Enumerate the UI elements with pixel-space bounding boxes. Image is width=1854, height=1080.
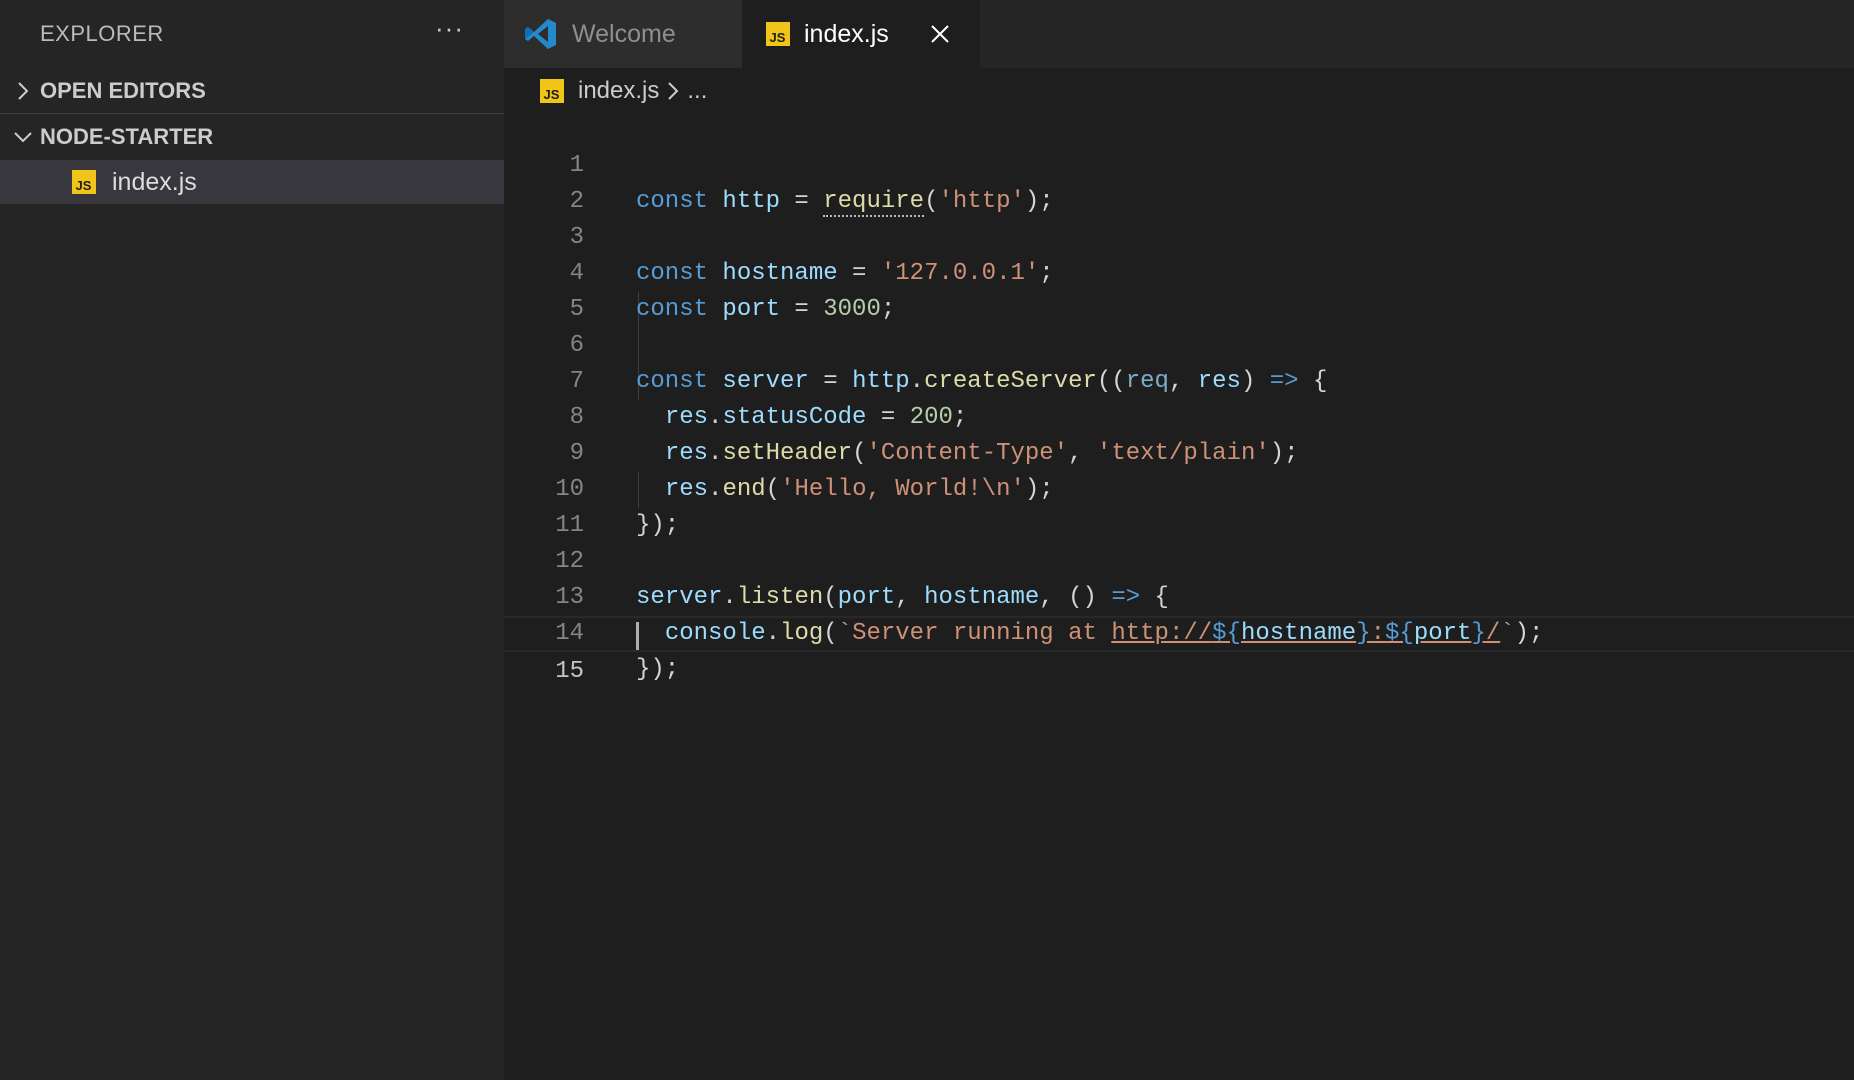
code-line: 6 const server = http.createServer((req,… bbox=[504, 292, 1854, 395]
open-editors-label: OPEN EDITORS bbox=[40, 77, 206, 103]
code-line: 8 res.setHeader('Content-Type', 'text/pl… bbox=[504, 364, 1854, 467]
open-editors-section[interactable]: OPEN EDITORS bbox=[0, 68, 504, 114]
close-icon[interactable] bbox=[929, 23, 951, 45]
tab-index-label: index.js bbox=[804, 19, 889, 48]
breadcrumb-ellipsis[interactable]: ... bbox=[687, 77, 707, 105]
line-number: 15 bbox=[555, 658, 584, 685]
breadcrumb-file[interactable]: index.js bbox=[578, 77, 659, 105]
code-line: 7 res.statusCode = 200; bbox=[504, 328, 1854, 431]
js-file-icon: JS bbox=[540, 79, 564, 103]
code-line: 12 server.listen(port, hostname, () => { bbox=[504, 508, 1854, 611]
chevron-right-icon bbox=[667, 81, 679, 101]
explorer-sidebar: EXPLORER ··· OPEN EDITORS NODE-STARTER J… bbox=[0, 0, 504, 1080]
tab-welcome[interactable]: Welcome bbox=[504, 0, 742, 68]
code-line: 3 const hostname = '127.0.0.1'; bbox=[504, 184, 1854, 287]
code-line: 2 bbox=[504, 148, 1854, 215]
node-starter-section[interactable]: NODE-STARTER bbox=[0, 114, 504, 160]
code-line-active: 15 bbox=[504, 616, 1854, 685]
vscode-logo-icon bbox=[524, 17, 558, 51]
code-line: 14 }); bbox=[504, 580, 1854, 683]
js-file-icon: JS bbox=[766, 22, 790, 46]
code-line: 10 }); bbox=[504, 436, 1854, 539]
sidebar-header: EXPLORER ··· bbox=[0, 0, 504, 68]
node-starter-label: NODE-STARTER bbox=[40, 124, 214, 149]
code-line: 9 res.end('Hello, World!\n'); bbox=[504, 400, 1854, 503]
code-line: 13 console.log(`Server running at http:/… bbox=[504, 544, 1854, 647]
code-line: 1 const http = require('http'); bbox=[504, 112, 1854, 217]
explorer-title: EXPLORER bbox=[40, 21, 164, 46]
chevron-right-icon bbox=[12, 80, 34, 102]
file-item-label: index.js bbox=[112, 167, 197, 196]
text-cursor bbox=[636, 622, 639, 650]
chevron-down-icon bbox=[12, 126, 34, 148]
breadcrumb: JS index.js ... bbox=[540, 74, 707, 108]
code-line: 11 bbox=[504, 472, 1854, 539]
code-editor[interactable]: 1 const http = require('http'); 2 3 cons… bbox=[504, 112, 1854, 1080]
tab-index-js[interactable]: JS index.js bbox=[742, 0, 980, 68]
tab-welcome-label: Welcome bbox=[572, 19, 676, 48]
editor-tab-bar: Welcome JS index.js bbox=[504, 0, 1854, 68]
code-line: 4 const port = 3000; bbox=[504, 220, 1854, 323]
file-item-index-js[interactable]: JS index.js bbox=[0, 160, 504, 204]
more-actions-icon[interactable]: ··· bbox=[435, 15, 464, 53]
code-line: 5 bbox=[504, 256, 1854, 323]
js-file-icon: JS bbox=[72, 170, 96, 194]
code-content: }); bbox=[636, 656, 680, 683]
